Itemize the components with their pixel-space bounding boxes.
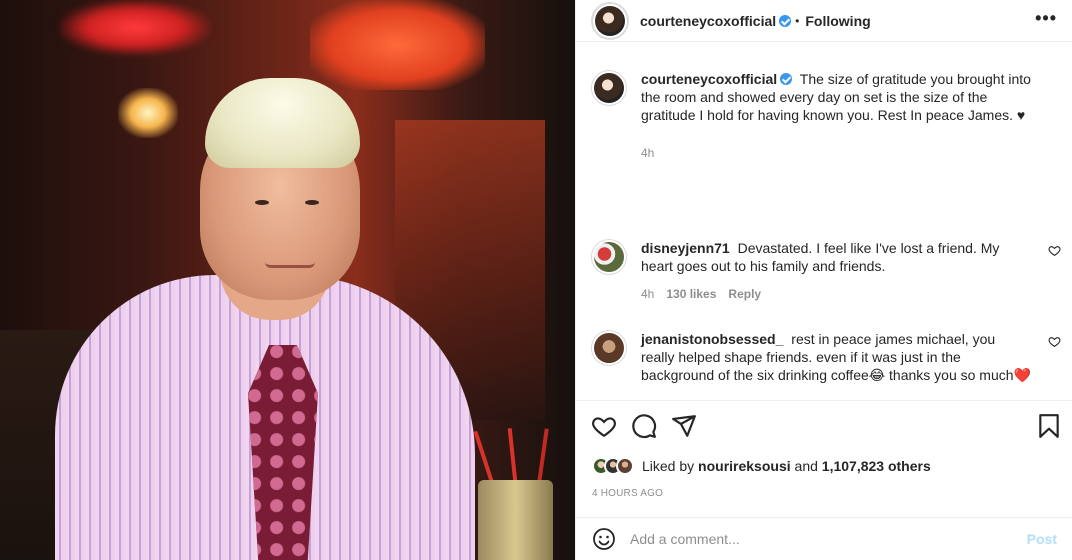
add-comment-input[interactable] [630, 531, 1010, 547]
comments-list[interactable]: courteneycoxofficial The size of gratitu… [576, 42, 1072, 400]
caption-time[interactable]: 4h [641, 146, 654, 160]
post-actions-bar [576, 400, 1072, 454]
liker-avatar [616, 457, 634, 475]
separator-dot: • [795, 13, 800, 28]
comment-bubble-icon[interactable] [631, 413, 657, 439]
comment-item: jenanistonobsessed_ rest in peace james … [591, 330, 1061, 384]
post-photo[interactable] [0, 0, 575, 560]
caption-author-avatar[interactable] [591, 70, 627, 106]
avatar-image [594, 73, 624, 103]
avatar-image [594, 242, 624, 272]
verified-badge-icon [780, 73, 793, 85]
photo-mouth [265, 262, 315, 268]
photo-eye-left [255, 200, 269, 205]
likes-summary: Liked by nourireksousi and 1,107,823 oth… [592, 457, 931, 475]
caption-author-text[interactable]: courteneycoxofficial [641, 71, 777, 87]
avatar-image [594, 333, 624, 363]
share-paper-plane-icon[interactable] [671, 413, 697, 439]
add-comment-bar: Post [576, 517, 1072, 560]
caption-meta: 4h [641, 146, 1061, 160]
commenter-avatar[interactable] [591, 239, 627, 275]
post-comment-button[interactable]: Post [1027, 531, 1057, 547]
author-username-text[interactable]: courteneycoxofficial [640, 13, 776, 29]
comment-body: disneyjenn71 Devastated. I feel like I'v… [641, 239, 1031, 275]
post-side-panel: courteneycoxofficial • Following ••• cou… [575, 0, 1072, 560]
likes-count[interactable]: 1,107,823 others [822, 458, 931, 474]
photo-neon-light-red [60, 0, 210, 55]
emoji-smiley-icon[interactable] [592, 527, 616, 551]
caption-author[interactable]: courteneycoxofficial [641, 71, 793, 87]
comment-time[interactable]: 4h [641, 287, 654, 301]
like-comment-heart-icon[interactable] [1048, 335, 1061, 348]
comment-reply-button[interactable]: Reply [728, 287, 761, 301]
comment-body: jenanistonobsessed_ rest in peace james … [641, 330, 1031, 384]
likes-prefix: Liked by [642, 458, 695, 474]
liker-username[interactable]: nourireksousi [698, 458, 791, 474]
caption-body: courteneycoxofficial The size of gratitu… [641, 70, 1031, 124]
post-header: courteneycoxofficial • Following ••• [576, 0, 1072, 42]
post-timestamp[interactable]: 4 HOURS AGO [592, 488, 663, 499]
commenter-avatar[interactable] [591, 330, 627, 366]
comment-likes[interactable]: 130 likes [666, 287, 716, 301]
save-bookmark-icon[interactable] [1036, 413, 1062, 439]
photo-cup [478, 480, 553, 560]
like-comment-heart-icon[interactable] [1048, 244, 1061, 257]
likes-text: Liked by nourireksousi and 1,107,823 oth… [642, 458, 931, 474]
photo-tie [248, 345, 318, 560]
photo-hair [205, 78, 360, 168]
photo-lamp [118, 88, 178, 138]
photo-eye-right [305, 200, 319, 205]
more-options-icon[interactable]: ••• [1035, 9, 1057, 27]
like-heart-icon[interactable] [591, 413, 617, 439]
author-username[interactable]: courteneycoxofficial [640, 13, 792, 29]
comment-meta: 4h 130 likes Reply [641, 287, 1061, 301]
verified-badge-icon [779, 14, 792, 27]
following-button[interactable]: Following [805, 13, 870, 29]
author-avatar[interactable] [591, 1, 629, 40]
caption: courteneycoxofficial The size of gratitu… [591, 70, 1061, 160]
comment-item: disneyjenn71 Devastated. I feel like I'v… [591, 239, 1061, 301]
avatar-image [595, 5, 625, 36]
comment-author[interactable]: jenanistonobsessed_ [641, 331, 783, 347]
likes-and: and [794, 458, 818, 474]
photo-neon-light-orange [310, 0, 485, 90]
comment-author[interactable]: disneyjenn71 [641, 240, 730, 256]
